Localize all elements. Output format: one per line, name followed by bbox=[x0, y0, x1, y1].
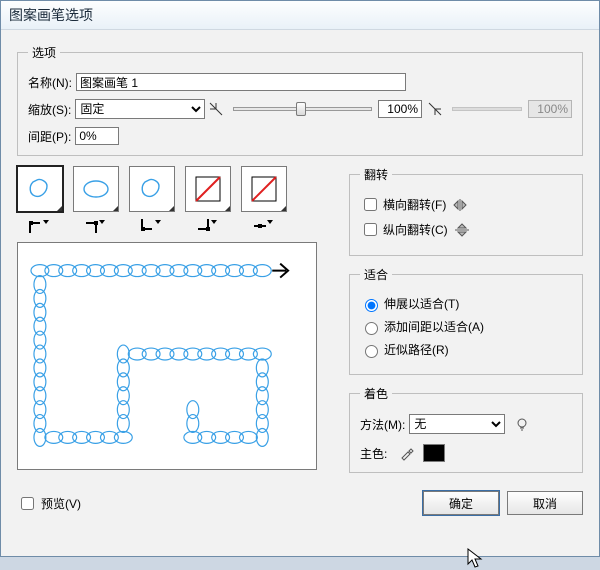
spacing-label: 间距(P): bbox=[28, 128, 71, 145]
method-select[interactable]: 无 bbox=[409, 414, 505, 434]
preview-checkbox[interactable] bbox=[21, 497, 34, 510]
colorization-legend: 着色 bbox=[360, 385, 392, 402]
dropdown-icon[interactable] bbox=[52, 201, 62, 211]
dropdown-icon[interactable] bbox=[108, 201, 118, 211]
cancel-button[interactable]: 取消 bbox=[507, 491, 583, 515]
flip-group: 翻转 横向翻转(F) 纵向翻转(C) bbox=[349, 166, 583, 256]
keycolor-label: 主色: bbox=[360, 445, 387, 462]
scale-value[interactable]: 100% bbox=[378, 100, 422, 118]
start-tile[interactable] bbox=[73, 166, 119, 212]
dropdown-icon[interactable] bbox=[220, 201, 230, 211]
flip-horizontal-icon bbox=[452, 198, 468, 212]
fit-space-label: 添加间距以适合(A) bbox=[384, 318, 484, 335]
outer-corner-tr-button[interactable] bbox=[73, 218, 119, 234]
options-group: 选项 名称(N): 缩放(S): 固定 100% bbox=[17, 44, 583, 156]
inner-corner-tile[interactable] bbox=[241, 166, 287, 212]
dropdown-icon[interactable] bbox=[164, 201, 174, 211]
flip-vertical-label: 纵向翻转(C) bbox=[383, 221, 448, 238]
flip-legend: 翻转 bbox=[360, 166, 392, 183]
fit-stretch-label: 伸展以适合(T) bbox=[384, 295, 459, 312]
fit-group: 适合 伸展以适合(T) 添加间距以适合(A) 近似路径(R) bbox=[349, 266, 583, 375]
scale-label: 缩放(S): bbox=[28, 101, 71, 118]
end-tile[interactable] bbox=[129, 166, 175, 212]
preview-label: 预览(V) bbox=[41, 495, 81, 512]
fit-approx-label: 近似路径(R) bbox=[384, 341, 449, 358]
scale-slider-2 bbox=[452, 107, 522, 111]
ok-button[interactable]: 确定 bbox=[423, 491, 499, 515]
name-input[interactable] bbox=[76, 73, 406, 91]
dialog-title: 图案画笔选项 bbox=[1, 1, 599, 30]
options-legend: 选项 bbox=[28, 44, 60, 61]
cursor-icon bbox=[467, 548, 485, 570]
outer-corner-tl-button[interactable] bbox=[17, 218, 63, 234]
colorization-group: 着色 方法(M): 无 主色: bbox=[349, 385, 583, 473]
scale-mode-select[interactable]: 固定 bbox=[75, 99, 205, 119]
method-label: 方法(M): bbox=[360, 416, 405, 433]
scale-value-2: 100% bbox=[528, 100, 572, 118]
outer-corner-tile[interactable] bbox=[185, 166, 231, 212]
keycolor-swatch[interactable] bbox=[423, 444, 445, 462]
fit-stretch-radio[interactable] bbox=[365, 299, 378, 312]
scale-slider[interactable] bbox=[233, 107, 372, 111]
side-tile[interactable] bbox=[17, 166, 63, 212]
fit-legend: 适合 bbox=[360, 266, 392, 283]
flip-vertical-checkbox[interactable] bbox=[364, 223, 377, 236]
brush-preview bbox=[17, 242, 317, 470]
inner-corner-br-button[interactable] bbox=[185, 218, 231, 234]
tips-icon[interactable] bbox=[515, 417, 529, 431]
scale-min-icon bbox=[209, 102, 223, 116]
scale-max-icon bbox=[428, 102, 442, 116]
tile-picker-row bbox=[17, 166, 339, 212]
flip-horizontal-checkbox[interactable] bbox=[364, 198, 377, 211]
name-label: 名称(N): bbox=[28, 74, 72, 91]
fit-space-radio[interactable] bbox=[365, 322, 378, 335]
spacing-input[interactable] bbox=[75, 127, 119, 145]
eyedropper-icon[interactable] bbox=[399, 445, 415, 461]
dropdown-icon[interactable] bbox=[276, 201, 286, 211]
fit-approx-radio[interactable] bbox=[365, 345, 378, 358]
inner-corner-bl-button[interactable] bbox=[129, 218, 175, 234]
side-button[interactable] bbox=[241, 218, 287, 234]
dialog-window: 图案画笔选项 选项 名称(N): 缩放(S): 固定 bbox=[0, 0, 600, 557]
flip-vertical-icon bbox=[454, 223, 470, 237]
flip-horizontal-label: 横向翻转(F) bbox=[383, 196, 446, 213]
